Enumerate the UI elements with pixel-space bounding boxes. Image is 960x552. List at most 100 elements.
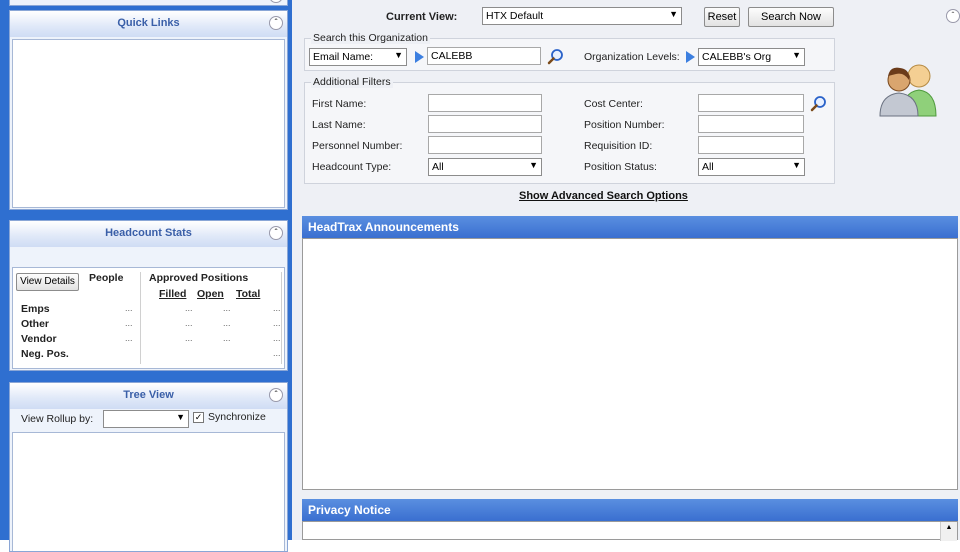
current-view-select[interactable]: HTX Default ▼ bbox=[482, 7, 682, 25]
advanced-search-link[interactable]: Show Advanced Search Options bbox=[519, 190, 688, 202]
announcements-content bbox=[302, 238, 958, 490]
total-value: ... bbox=[273, 303, 281, 313]
search-value-input[interactable]: CALEBB bbox=[427, 47, 541, 65]
view-details-button[interactable]: View Details bbox=[16, 273, 79, 291]
privacy-notice-title: Privacy Notice bbox=[308, 503, 391, 517]
synchronize-label: Synchronize bbox=[208, 411, 266, 423]
position-number-input[interactable] bbox=[698, 115, 804, 133]
open-header: Open bbox=[197, 288, 224, 300]
search-organization-group: Search this Organization Email Name: ▼ C… bbox=[304, 32, 835, 71]
top-panel-remnant: ˆ bbox=[9, 0, 288, 6]
column-divider bbox=[281, 272, 282, 364]
headcount-stats-header: Headcount Stats ˆ bbox=[10, 221, 287, 247]
tree-view-content[interactable] bbox=[12, 432, 285, 551]
collapse-icon[interactable]: ˆ bbox=[269, 388, 283, 402]
dropdown-arrow-icon: ▼ bbox=[792, 160, 801, 170]
table-row: Vendor ... ... ... ... bbox=[21, 333, 281, 348]
org-levels-label: Organization Levels: bbox=[584, 51, 680, 63]
table-row: Emps ... ... ... ... bbox=[21, 303, 281, 318]
open-value: ... bbox=[223, 318, 231, 328]
requisition-id-input[interactable] bbox=[698, 136, 804, 154]
cost-center-input[interactable] bbox=[698, 94, 804, 112]
scrollbar-up-arrow-icon[interactable]: ▲ bbox=[940, 522, 957, 541]
collapse-icon[interactable]: ˆ bbox=[269, 16, 283, 30]
search-field-select[interactable]: Email Name: ▼ bbox=[309, 48, 407, 66]
headcount-stats-body: View Details People Approved Positions F… bbox=[12, 267, 285, 369]
total-value: ... bbox=[273, 348, 281, 358]
filled-value: ... bbox=[185, 333, 193, 343]
total-value: ... bbox=[273, 333, 281, 343]
privacy-notice-content: ▲ bbox=[302, 521, 958, 541]
row-label: Other bbox=[21, 318, 50, 330]
announcements-title: HeadTrax Announcements bbox=[308, 220, 459, 234]
headcount-stats-title: Headcount Stats bbox=[105, 227, 192, 239]
quick-links-list bbox=[12, 39, 285, 208]
total-header: Total bbox=[236, 288, 261, 300]
headcount-stats-panel: Headcount Stats ˆ View Details People Ap… bbox=[9, 220, 288, 371]
search-organization-legend: Search this Organization bbox=[311, 32, 430, 44]
current-view-value: HTX Default bbox=[486, 10, 544, 22]
reset-button[interactable]: Reset bbox=[704, 7, 740, 27]
total-value: ... bbox=[273, 318, 281, 328]
current-view-label: Current View: bbox=[386, 11, 458, 23]
collapse-icon[interactable]: ˆ bbox=[946, 9, 960, 23]
announcements-header: HeadTrax Announcements bbox=[302, 216, 958, 238]
requisition-id-label: Requisition ID: bbox=[584, 140, 653, 152]
search-now-button[interactable]: Search Now bbox=[748, 7, 834, 27]
synchronize-checkbox[interactable]: ✓ bbox=[193, 412, 204, 423]
org-levels-value: CALEBB's Org bbox=[702, 51, 772, 63]
people-value: ... bbox=[125, 333, 133, 343]
headcount-type-value: All bbox=[432, 161, 444, 173]
last-name-label: Last Name: bbox=[312, 119, 366, 131]
personnel-number-input[interactable] bbox=[428, 136, 542, 154]
arrow-right-icon bbox=[415, 51, 424, 63]
search-field-select-value: Email Name: bbox=[313, 51, 374, 63]
filled-value: ... bbox=[185, 303, 193, 313]
rollup-select[interactable]: ▼ bbox=[103, 410, 189, 428]
position-status-label: Position Status: bbox=[584, 161, 657, 173]
position-number-label: Position Number: bbox=[584, 119, 665, 131]
collapse-icon[interactable]: ˆ bbox=[269, 226, 283, 240]
first-name-label: First Name: bbox=[312, 98, 367, 110]
dropdown-arrow-icon: ▼ bbox=[176, 412, 185, 422]
open-value: ... bbox=[223, 333, 231, 343]
tree-view-title: Tree View bbox=[123, 389, 174, 401]
row-label: Vendor bbox=[21, 333, 57, 345]
cost-center-label: Cost Center: bbox=[584, 98, 643, 110]
dropdown-arrow-icon: ▼ bbox=[394, 50, 403, 60]
people-header: People bbox=[89, 272, 124, 284]
approved-positions-header: Approved Positions bbox=[149, 272, 249, 284]
last-name-input[interactable] bbox=[428, 115, 542, 133]
personnel-number-label: Personnel Number: bbox=[312, 140, 403, 152]
headcount-type-select[interactable]: All ▼ bbox=[428, 158, 542, 176]
headcount-type-label: Headcount Type: bbox=[312, 161, 392, 173]
privacy-notice-header: Privacy Notice bbox=[302, 499, 958, 521]
row-label: Neg. Pos. bbox=[21, 348, 69, 360]
table-row: Neg. Pos. ... bbox=[21, 348, 281, 363]
people-value: ... bbox=[125, 303, 133, 313]
rollup-label: View Rollup by: bbox=[21, 413, 94, 425]
quick-links-panel: Quick Links ˆ bbox=[9, 10, 288, 210]
people-value: ... bbox=[125, 318, 133, 328]
search-icon[interactable] bbox=[547, 48, 565, 66]
people-icon bbox=[879, 64, 937, 117]
arrow-right-icon bbox=[686, 51, 695, 63]
row-label: Emps bbox=[21, 303, 50, 315]
open-value: ... bbox=[223, 303, 231, 313]
table-row: Other ... ... ... ... bbox=[21, 318, 281, 333]
sidebar: ˆ Quick Links ˆ Headcount Stats ˆ View D… bbox=[0, 0, 292, 552]
tree-view-panel: Tree View ˆ View Rollup by: ▼ ✓ Synchron… bbox=[9, 382, 288, 552]
position-status-select[interactable]: All ▼ bbox=[698, 158, 805, 176]
filled-header: Filled bbox=[159, 288, 187, 300]
main-area: Current View: HTX Default ▼ Reset Search… bbox=[292, 0, 960, 541]
first-name-input[interactable] bbox=[428, 94, 542, 112]
additional-filters-legend: Additional Filters bbox=[311, 76, 393, 88]
org-levels-select[interactable]: CALEBB's Org ▼ bbox=[698, 48, 805, 66]
dropdown-arrow-icon: ▼ bbox=[792, 50, 801, 60]
search-icon[interactable] bbox=[810, 95, 828, 113]
dropdown-arrow-icon: ▼ bbox=[669, 9, 678, 19]
filled-value: ... bbox=[185, 318, 193, 328]
collapse-icon[interactable]: ˆ bbox=[269, 0, 283, 3]
additional-filters-group: Additional Filters First Name: Last Name… bbox=[304, 76, 835, 184]
tree-view-header: Tree View ˆ bbox=[10, 383, 287, 409]
